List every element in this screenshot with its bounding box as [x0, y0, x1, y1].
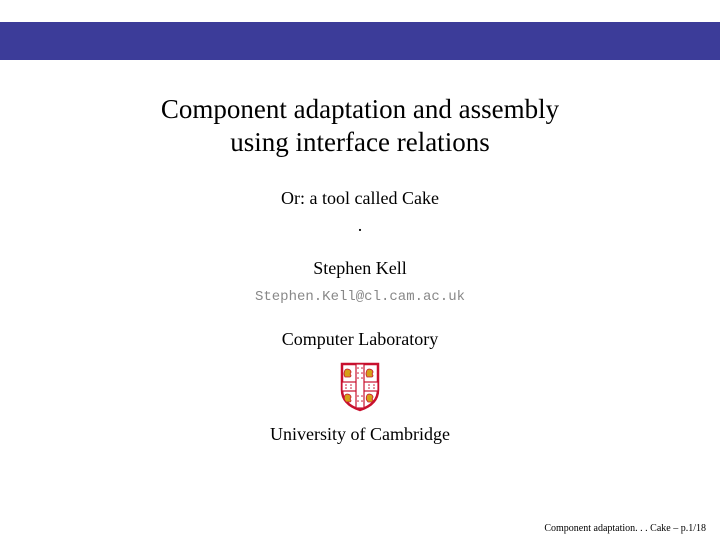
title-line-1: Component adaptation and assembly: [0, 94, 720, 125]
subtitle: Or: a tool called Cake: [0, 188, 720, 209]
dot-separator: .: [0, 215, 720, 236]
author-name: Stephen Kell: [0, 258, 720, 279]
department: Computer Laboratory: [0, 329, 720, 350]
university-name: University of Cambridge: [0, 424, 720, 445]
author-email: Stephen.Kell@cl.cam.ac.uk: [0, 289, 720, 305]
slide-footer: Component adaptation. . . Cake – p.1/18: [544, 523, 706, 534]
header-bar: [0, 22, 720, 60]
slide-content: Component adaptation and assembly using …: [0, 60, 720, 445]
title-line-2: using interface relations: [0, 127, 720, 158]
university-crest-icon: [0, 360, 720, 412]
